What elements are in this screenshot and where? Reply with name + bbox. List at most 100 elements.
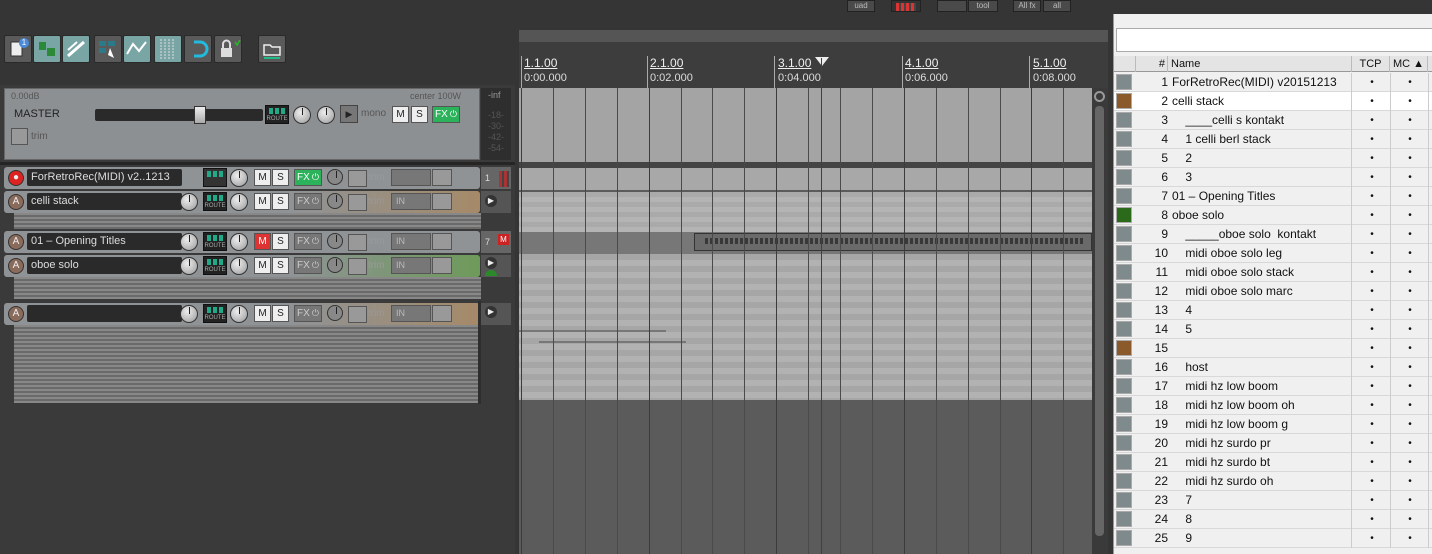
track-filter-input[interactable]	[1116, 28, 1432, 52]
mcp-visible-toggle[interactable]: •	[1391, 320, 1429, 339]
scrollbar-thumb[interactable]	[1095, 106, 1104, 536]
track-color-swatch[interactable]	[1116, 378, 1132, 394]
volume-knob[interactable]	[180, 305, 198, 323]
track-name[interactable]: 5	[1172, 320, 1352, 339]
pan-knob[interactable]	[230, 193, 248, 211]
record-arm-icon[interactable]: A	[8, 258, 24, 274]
track-list-row[interactable]: 2 celli stack • •	[1114, 92, 1432, 111]
width-knob[interactable]	[327, 233, 343, 249]
input-select[interactable]: IN	[391, 305, 431, 322]
color-column-header[interactable]	[1114, 56, 1136, 72]
track-name[interactable]: _____oboe solo kontakt	[1172, 225, 1352, 244]
tcp-visible-toggle[interactable]: •	[1353, 320, 1391, 339]
record-arm-icon[interactable]: A	[8, 194, 24, 210]
mcp-visible-toggle[interactable]: •	[1391, 130, 1429, 149]
track-name[interactable]: 3	[1172, 168, 1352, 187]
tcp-visible-toggle[interactable]: •	[1353, 168, 1391, 187]
tcp-visible-toggle[interactable]: •	[1353, 453, 1391, 472]
track-list-row[interactable]: 13 4 • •	[1114, 301, 1432, 320]
track-color-swatch[interactable]	[1116, 74, 1132, 90]
edit-cursor[interactable]	[821, 58, 822, 554]
link-button[interactable]	[62, 35, 90, 63]
tcp-visible-toggle[interactable]: •	[1353, 358, 1391, 377]
mcp-visible-toggle[interactable]: •	[1391, 358, 1429, 377]
route-button[interactable]: ROUTE	[203, 256, 227, 275]
solo-button[interactable]: S	[272, 233, 289, 250]
volume-knob[interactable]	[230, 169, 248, 187]
track-name[interactable]: midi hz surdo pr	[1172, 434, 1352, 453]
width-knob[interactable]	[327, 193, 343, 209]
track-list-row[interactable]: 9 _____oboe solo kontakt • •	[1114, 225, 1432, 244]
mcp-visible-toggle[interactable]: •	[1391, 434, 1429, 453]
volume-knob[interactable]	[180, 233, 198, 251]
route-button[interactable]: ROUTE	[203, 304, 227, 323]
ripple-button[interactable]	[33, 35, 61, 63]
tcp-visible-toggle[interactable]: •	[1353, 206, 1391, 225]
track-color-swatch[interactable]	[1116, 150, 1132, 166]
master-mute-button[interactable]: M	[392, 106, 409, 123]
arrange-view[interactable]	[519, 88, 1092, 554]
mcp-visible-toggle[interactable]: •	[1391, 282, 1429, 301]
name-column-header[interactable]: Name	[1169, 56, 1352, 72]
all-fx-button[interactable]: All fx	[1013, 0, 1041, 12]
track-name[interactable]: midi oboe solo marc	[1172, 282, 1352, 301]
tcp-visible-toggle[interactable]: •	[1353, 377, 1391, 396]
track-list-row[interactable]: 8 oboe solo • •	[1114, 206, 1432, 225]
volume-knob[interactable]	[180, 193, 198, 211]
record-arm-icon[interactable]: ●	[8, 170, 24, 186]
record-arm-icon[interactable]: A	[8, 306, 24, 322]
track-list-row[interactable]: 16 host • •	[1114, 358, 1432, 377]
route-button[interactable]: ROUTE	[203, 192, 227, 211]
envelope-button[interactable]	[432, 305, 452, 322]
mcp-visible-toggle[interactable]: •	[1391, 529, 1429, 548]
track-color-swatch[interactable]	[1116, 93, 1132, 109]
solo-button[interactable]: S	[272, 169, 289, 186]
width-knob[interactable]	[327, 257, 343, 273]
track-color-swatch[interactable]	[1116, 264, 1132, 280]
track-row[interactable]: A oboe solo ROUTE M S FX trim IN	[4, 255, 480, 277]
track-name[interactable]: 1 celli berl stack	[1172, 130, 1352, 149]
tcp-visible-toggle[interactable]: •	[1353, 301, 1391, 320]
trim-button[interactable]: trim	[348, 257, 388, 275]
envelope-button[interactable]	[123, 35, 151, 63]
track-name[interactable]: celli stack	[27, 193, 182, 210]
track-name[interactable]: 01 – Opening Titles	[1172, 187, 1352, 206]
track-color-swatch[interactable]	[1116, 340, 1132, 356]
track-list-row[interactable]: 21 midi hz surdo bt • •	[1114, 453, 1432, 472]
envelope-button[interactable]	[432, 257, 452, 274]
track-list-row[interactable]: 7 01 – Opening Titles • •	[1114, 187, 1432, 206]
track-name[interactable]: ForRetroRec(MIDI) v20151213	[1172, 73, 1352, 92]
track-color-swatch[interactable]	[1116, 207, 1132, 223]
track-color-swatch[interactable]	[1116, 245, 1132, 261]
track-list-row[interactable]: 25 9 • •	[1114, 529, 1432, 548]
tcp-visible-toggle[interactable]: •	[1353, 510, 1391, 529]
master-volume-slider[interactable]	[95, 106, 263, 124]
track-color-swatch[interactable]	[1116, 416, 1132, 432]
tcp-visible-toggle[interactable]: •	[1353, 491, 1391, 510]
track-color-swatch[interactable]	[1116, 169, 1132, 185]
tcp-visible-toggle[interactable]: •	[1353, 187, 1391, 206]
tcp-visible-toggle[interactable]: •	[1353, 396, 1391, 415]
mcp-visible-toggle[interactable]: •	[1391, 415, 1429, 434]
track-name[interactable]: celli stack	[1172, 92, 1352, 111]
horizontal-scrollbar[interactable]	[519, 30, 1108, 42]
tcp-visible-toggle[interactable]: •	[1353, 472, 1391, 491]
meter-button[interactable]	[891, 0, 921, 12]
route-button[interactable]	[203, 168, 227, 187]
mute-button[interactable]: M	[254, 233, 271, 250]
track-color-swatch[interactable]	[1116, 511, 1132, 527]
tcp-visible-toggle[interactable]: •	[1353, 282, 1391, 301]
mcp-visible-toggle[interactable]: •	[1391, 377, 1429, 396]
track-row[interactable]: ● ForRetroRec(MIDI) v2..1213 M S FX trim	[4, 167, 480, 189]
new-project-button[interactable]: 1	[4, 35, 32, 63]
track-name[interactable]: 01 – Opening Titles	[27, 233, 182, 250]
mcp-visible-toggle[interactable]: •	[1391, 187, 1429, 206]
mcp-visible-toggle[interactable]: •	[1391, 510, 1429, 529]
lock-button[interactable]	[214, 35, 242, 63]
track-color-swatch[interactable]	[1116, 283, 1132, 299]
track-name[interactable]: 9	[1172, 529, 1352, 548]
master-track[interactable]: 0.00dB center 100W MASTER ROUTE ▶ mono M…	[4, 88, 480, 160]
track-color-swatch[interactable]	[1116, 473, 1132, 489]
track-list-row[interactable]: 24 8 • •	[1114, 510, 1432, 529]
number-column-header[interactable]: #	[1136, 56, 1168, 72]
